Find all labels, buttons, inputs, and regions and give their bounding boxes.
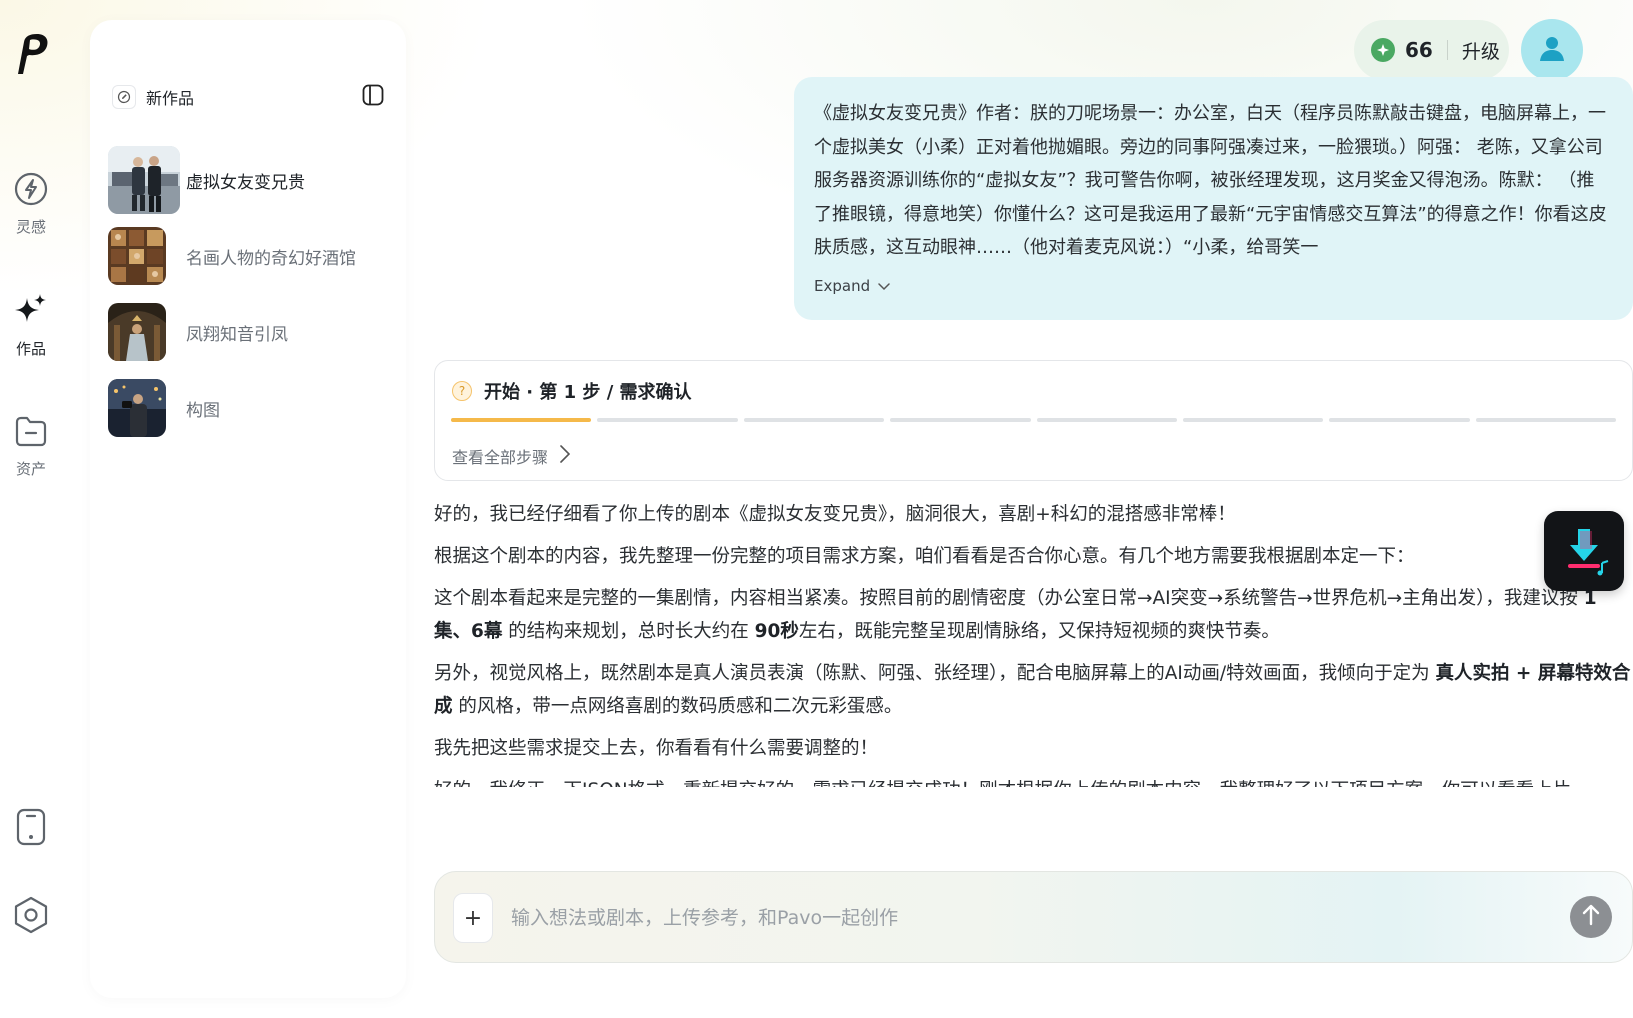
step-progress-bar — [451, 418, 1616, 422]
attach-button[interactable]: + — [453, 893, 493, 943]
user-message-bubble: 《虚拟女友变兄贵》作者：朕的刀呢场景一：办公室，白天（程序员陈默敲击键盘，电脑屏… — [794, 77, 1633, 320]
work-item[interactable]: 凤翔知音引凤 — [108, 294, 398, 370]
work-thumbnail — [108, 146, 180, 214]
arrow-up-icon — [1581, 904, 1601, 930]
sparkle-icon — [13, 292, 49, 332]
credits-widget[interactable]: 66 升级 — [1354, 20, 1509, 80]
work-item[interactable]: 虚拟女友变兄贵 — [108, 142, 398, 218]
prompt-input[interactable] — [511, 896, 1471, 940]
phone-icon — [15, 808, 47, 850]
work-title: 凤翔知音引凤 — [186, 324, 288, 345]
rail-item-assets[interactable]: 资产 — [0, 414, 62, 479]
progress-segment — [743, 418, 885, 422]
progress-segment — [597, 418, 738, 422]
edit-icon — [112, 85, 136, 109]
plus-icon: + — [463, 905, 483, 931]
view-all-steps-label: 查看全部步骤 — [452, 448, 549, 467]
reply-text: 另外，视觉风格上，既然剧本是真人演员表演（陈默、阿强、张经理），配合电脑屏幕上的… — [434, 663, 1436, 684]
works-list: 虚拟女友变兄贵 名画人物的奇幻好酒馆 凤翔知音引凤 构图 — [108, 142, 398, 446]
step-title: 开始 · 第 1 步 / 需求确认 — [484, 382, 692, 403]
sidebar-toggle-icon — [362, 84, 384, 110]
rail-item-inspiration[interactable]: 灵感 — [0, 172, 62, 237]
reply-paragraph-truncated: 好的，我修正一下JSON格式，重新提交好的。需求已经提交成功！刚才根据你上传的剧… — [434, 774, 1633, 787]
progress-segment — [1036, 418, 1177, 422]
step-progress-card: ? 开始 · 第 1 步 / 需求确认 查看全部步骤 — [434, 360, 1633, 481]
folder-icon — [14, 414, 48, 452]
work-title: 虚拟女友变兄贵 — [186, 172, 305, 193]
progress-segment — [1182, 418, 1324, 422]
reply-paragraph: 另外，视觉风格上，既然剧本是真人演员表演（陈默、阿强、张经理），配合电脑屏幕上的… — [434, 657, 1633, 723]
user-message-text: 《虚拟女友变兄贵》作者：朕的刀呢场景一：办公室，白天（程序员陈默敲击键盘，电脑屏… — [814, 103, 1607, 258]
work-item[interactable]: 名画人物的奇幻好酒馆 — [108, 218, 398, 294]
reply-text: 左右，既能完整呈现剧情脉络，又保持短视频的爽快节奏。 — [798, 621, 1280, 642]
reply-bold: 90秒 — [754, 621, 799, 642]
progress-segment — [451, 418, 592, 422]
mobile-app-button[interactable] — [12, 808, 50, 850]
work-title: 名画人物的奇幻好酒馆 — [186, 248, 356, 269]
reply-paragraph: 好的，我已经仔细看了你上传的剧本《虚拟女友变兄贵》，脑洞很大，喜剧+科幻的混搭感… — [434, 504, 1236, 525]
work-thumbnail — [108, 379, 166, 437]
step-header: ? 开始 · 第 1 步 / 需求确认 — [452, 378, 692, 404]
reply-text: 这个剧本看起来是完整的一集剧情，内容相当紧凑。按照目前的剧情密度（办公室日常→A… — [434, 588, 1584, 609]
collapse-sidebar-button[interactable] — [360, 84, 386, 110]
credits-count: 66 — [1405, 38, 1433, 62]
credits-divider — [1446, 40, 1448, 60]
user-icon — [1538, 34, 1566, 66]
work-thumbnail — [108, 303, 166, 361]
assistant-reply: 好的，我已经仔细看了你上传的剧本《虚拟女友变兄贵》，脑洞很大，喜剧+科幻的混搭感… — [434, 498, 1633, 787]
reply-text: 的风格，带一点网络喜剧的数码质感和二次元彩蛋感。 — [452, 696, 903, 717]
chevron-down-icon — [870, 277, 890, 295]
progress-segment — [1329, 418, 1470, 422]
reply-text: 的结构来规划，总时长大约在 — [502, 621, 755, 642]
new-work-label: 新作品 — [146, 89, 195, 108]
download-app-floating-button[interactable] — [1544, 511, 1624, 591]
pavo-logo[interactable] — [10, 30, 52, 78]
settings-hexagon-icon — [13, 896, 49, 938]
work-item[interactable]: 构图 — [108, 370, 398, 446]
works-sidebar: 新作品 虚拟女友变兄贵 名画人物的奇幻好酒馆 凤翔知音引凤 构图 — [90, 20, 406, 998]
sidebar-header: 新作品 — [112, 77, 386, 117]
chevron-right-icon — [548, 445, 571, 467]
credits-gem-icon — [1371, 38, 1395, 62]
left-rail: 灵感 作品 资产 — [0, 0, 62, 1018]
new-work-button[interactable]: 新作品 — [112, 85, 194, 109]
reply-paragraph: 这个剧本看起来是完整的一集剧情，内容相当紧凑。按照目前的剧情密度（办公室日常→A… — [434, 582, 1633, 648]
send-button[interactable] — [1570, 896, 1612, 938]
settings-button[interactable] — [12, 896, 50, 938]
inspiration-icon — [14, 172, 48, 210]
rail-label-assets: 资产 — [15, 460, 46, 478]
expand-label: Expand — [814, 277, 871, 295]
view-all-steps-link[interactable]: 查看全部步骤 — [452, 444, 571, 468]
user-avatar-button[interactable] — [1521, 19, 1583, 81]
expand-button[interactable]: Expand — [814, 277, 890, 295]
upgrade-button[interactable]: 升级 — [1462, 37, 1500, 64]
rail-label-inspiration: 灵感 — [15, 218, 46, 236]
progress-segment — [890, 418, 1031, 422]
rail-item-works[interactable]: 作品 — [0, 292, 62, 359]
rail-label-works: 作品 — [15, 340, 46, 358]
progress-segment — [1475, 418, 1616, 422]
prompt-composer: + — [434, 871, 1633, 963]
download-icon — [1556, 521, 1612, 581]
reply-paragraph: 我先把这些需求提交上去，你看看有什么需要调整的！ — [434, 738, 879, 759]
reply-paragraph: 根据这个剧本的内容，我先整理一份完整的项目需求方案，咱们看看是否合你心意。有几个… — [434, 546, 1415, 567]
question-icon: ? — [452, 381, 472, 401]
work-thumbnail — [108, 227, 166, 285]
work-title: 构图 — [186, 400, 220, 421]
